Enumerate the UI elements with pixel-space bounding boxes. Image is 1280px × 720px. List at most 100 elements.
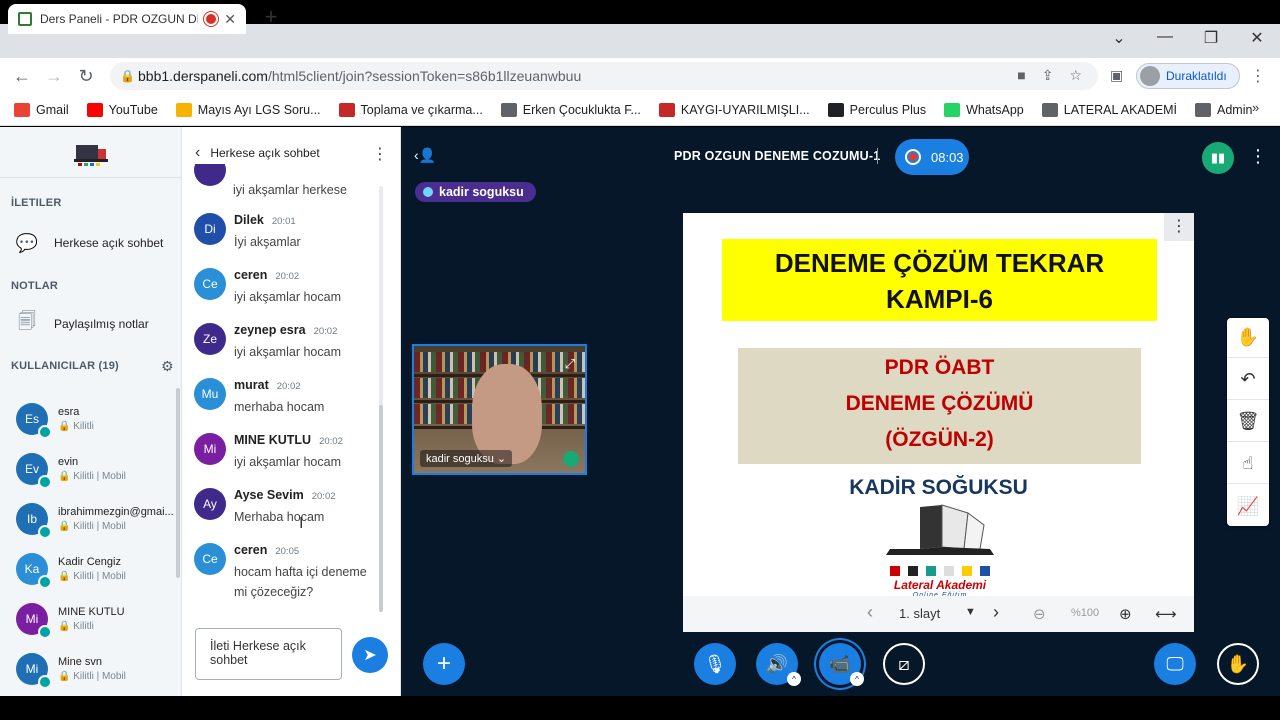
new-tab-button[interactable]: +: [258, 4, 284, 30]
bookmark-item[interactable]: Gmail: [14, 102, 69, 117]
chevron-left-icon[interactable]: ‹: [195, 144, 200, 162]
send-message-button[interactable]: ➤: [352, 637, 388, 673]
audio-options-icon[interactable]: ^: [787, 672, 801, 686]
headphone-icon: [38, 475, 52, 489]
message-time: 20:05: [275, 546, 300, 557]
avatar: Ce: [194, 268, 226, 300]
presentation-chart-icon[interactable]: 📈: [1227, 486, 1269, 526]
user-name: Kadir Cengiz: [58, 556, 121, 568]
close-window-icon[interactable]: ✕: [1242, 28, 1272, 48]
bookmark-item[interactable]: Mayıs Ayı LGS Soru...: [175, 102, 321, 117]
slide-author: KADİR SOĞUKSU: [849, 476, 1028, 499]
bookmark-item[interactable]: Toplama ve çıkarma...: [338, 102, 483, 117]
chat-scrollbar[interactable]: [379, 405, 383, 612]
bookmark-label: Admin: [1217, 102, 1253, 117]
bookmark-favicon-icon: [827, 102, 844, 117]
divider: [877, 148, 878, 164]
chat-header[interactable]: ‹ Herkese açık sohbet: [195, 144, 320, 162]
chat-input[interactable]: İleti Herkese açık sohbet: [195, 628, 342, 680]
speaker-icon: 🔊: [765, 653, 789, 674]
camera-in-use-icon[interactable]: ■: [1017, 67, 1025, 84]
user-list-scrollbar[interactable]: [176, 388, 180, 578]
chat-bubbles-icon: 💬: [15, 232, 39, 253]
recording-button[interactable]: 08:03: [895, 139, 969, 175]
square: [908, 566, 918, 576]
fullscreen-icon[interactable]: ⤢: [565, 356, 575, 372]
next-slide-icon[interactable]: ›: [993, 602, 999, 623]
raise-hand-button[interactable]: ✋: [1217, 643, 1259, 685]
back-icon[interactable]: ←: [10, 66, 34, 87]
actions-plus-button[interactable]: +: [423, 643, 465, 685]
zoom-out-icon[interactable]: ⊖: [1033, 605, 1046, 623]
bookmark-label: Toplama ve çıkarma...: [360, 102, 483, 117]
chat-options-icon[interactable]: ⋮: [372, 144, 388, 164]
profile-button[interactable]: Duraklatıldı: [1136, 63, 1240, 89]
avatar-initials: Di: [204, 222, 216, 236]
restore-icon[interactable]: ❐: [1196, 28, 1226, 48]
microphone-button[interactable]: 🎙: [694, 643, 736, 685]
previous-slide-icon[interactable]: ‹: [867, 602, 873, 623]
minimize-icon[interactable]: —: [1150, 28, 1180, 46]
screenshare-button[interactable]: ⧄: [883, 643, 925, 685]
presentation-toggle-button[interactable]: 🖵: [1154, 643, 1196, 685]
toggle-userlist-icon[interactable]: ‹👤: [414, 147, 436, 164]
user-list-item[interactable]: Ev evin 🔒 Kilitli | Mobil: [16, 453, 126, 489]
more-bookmarks-icon[interactable]: »: [1252, 100, 1259, 115]
user-status: 🔒 Kilitli | Mobil: [58, 521, 126, 532]
chat-message: Ze zeynep esra 20:02 iyi akşamlar hocam: [194, 323, 379, 362]
chat-message-text: İyi akşamlar: [234, 235, 301, 249]
slide-selector[interactable]: 1. slayt: [899, 606, 940, 621]
sidebar-item-public-chat[interactable]: 💬 Herkese açık sohbet: [14, 231, 164, 255]
bookmark-item[interactable]: WhatsApp: [944, 102, 1024, 117]
bookmark-item[interactable]: YouTube: [86, 102, 158, 117]
chevron-down-icon[interactable]: ▼: [965, 606, 976, 618]
record-icon: [905, 149, 921, 165]
zoom-in-icon[interactable]: ⊕: [1119, 605, 1132, 623]
bookmark-item[interactable]: Admin: [1195, 102, 1253, 117]
user-list-item[interactable]: Mi Mine svn 🔒 Kilitli | Mobil: [16, 653, 126, 689]
bookmark-item[interactable]: Erken Çocuklukta F...: [500, 102, 641, 117]
bookmark-favicon-icon: [500, 102, 517, 117]
bookmark-star-icon[interactable]: ☆: [1069, 67, 1082, 84]
browser-menu-icon[interactable]: ⋮: [1250, 66, 1266, 86]
options-menu-icon[interactable]: ⋮: [1249, 146, 1267, 167]
bookmark-item[interactable]: Perculus Plus: [827, 102, 926, 117]
avatar-initials: Ay: [203, 497, 217, 511]
bookmark-item[interactable]: LATERAL AKADEMİ: [1041, 102, 1177, 117]
side-panel-icon[interactable]: ▣: [1110, 67, 1123, 84]
sidebar-item-shared-notes[interactable]: 🗐 Paylaşılmış notlar: [14, 311, 149, 336]
browser-tab[interactable]: Ders Paneli - PDR OZGUN DE ✕: [8, 4, 246, 34]
close-tab-icon[interactable]: ✕: [224, 11, 236, 28]
avatar-initials: Es: [24, 412, 39, 426]
lock-icon: 🔒: [120, 69, 135, 83]
reload-icon[interactable]: ↻: [74, 66, 98, 87]
settings-gear-icon[interactable]: ⚙: [161, 358, 174, 375]
microphone-icon: 🎙: [703, 653, 727, 674]
user-list-item[interactable]: Ib ibrahimmezgin@gmai... 🔒 Kilitli | Mobil: [16, 503, 174, 539]
zoom-level[interactable]: %100: [1071, 607, 1099, 619]
avatar-initials: Mi: [25, 662, 39, 676]
undo-icon[interactable]: ↶: [1227, 360, 1269, 400]
camera-options-icon[interactable]: ^: [850, 672, 864, 686]
address-bar[interactable]: 🔒 bbb1.derspaneli.com/html5client/join?s…: [110, 62, 1098, 90]
forward-icon[interactable]: →: [42, 66, 66, 87]
message-time: 20:02: [275, 271, 300, 282]
multi-user-pointer-icon[interactable]: ☝: [1227, 444, 1269, 484]
share-icon[interactable]: ⇪: [1042, 67, 1054, 84]
slide-options-icon[interactable]: ⋮: [1164, 213, 1194, 241]
message-author: zeynep esra: [234, 323, 306, 337]
hand-tool-icon[interactable]: ✋: [1227, 318, 1269, 358]
whiteboard-toolbar: ✋ ↶ 🗑 ☝ 📈: [1227, 318, 1269, 526]
bookmark-item[interactable]: KAYGI-UYARILMIŞLI...: [658, 102, 810, 117]
bookmark-favicon-icon: [658, 102, 675, 117]
user-list-item[interactable]: Ka Kadir Cengiz 🔒 Kilitli | Mobil: [16, 553, 126, 589]
message-time: 20:02: [313, 326, 338, 337]
webcam-video[interactable]: ⤢ kadir soguksu ⌄: [412, 344, 587, 475]
user-list-item[interactable]: Mi MINE KUTLU 🔒 Kilitli: [16, 603, 125, 639]
connection-status-icon[interactable]: ▮▮: [1202, 142, 1234, 174]
tab-search-icon[interactable]: ⌄: [1104, 28, 1134, 48]
user-list-item[interactable]: Es esra 🔒 Kilitli: [16, 403, 94, 439]
fit-width-icon[interactable]: ⟷: [1155, 605, 1177, 623]
trash-icon[interactable]: 🗑: [1227, 402, 1269, 442]
webcam-name-label[interactable]: kadir soguksu ⌄: [420, 450, 513, 467]
